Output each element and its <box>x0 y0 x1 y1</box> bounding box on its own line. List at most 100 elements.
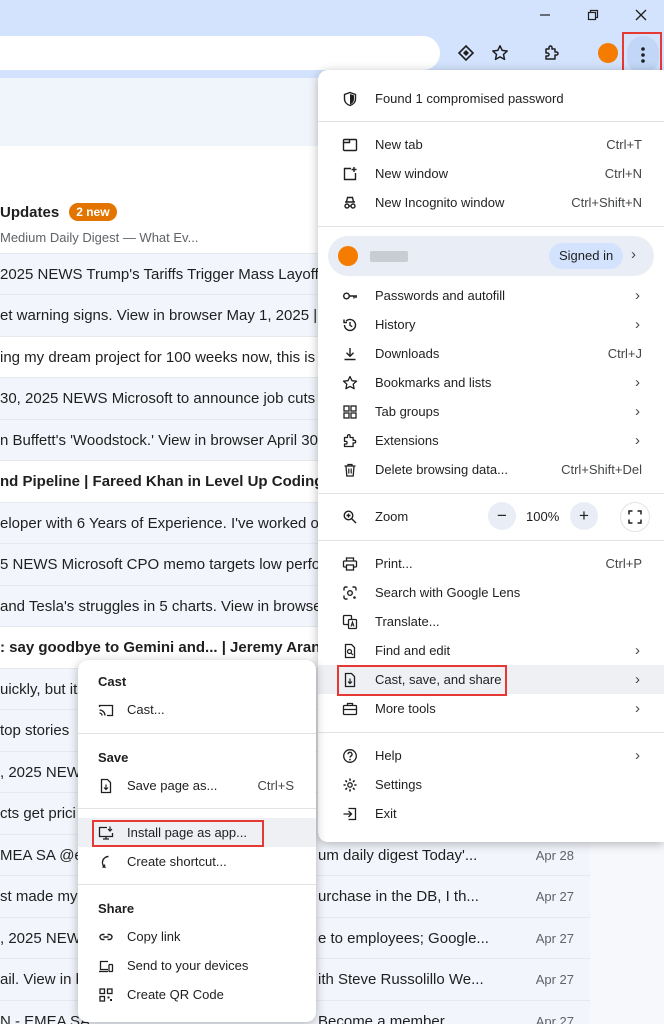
save-page-icon <box>98 778 114 794</box>
bookmarks-label: Bookmarks and lists <box>375 375 492 390</box>
translate-label: Translate... <box>375 614 440 629</box>
print-label: Print... <box>375 556 413 571</box>
copy-link-item[interactable]: Copy link <box>78 922 316 951</box>
updates-snippet: Medium Daily Digest — What Ev... <box>0 230 199 245</box>
help-label: Help <box>375 748 402 763</box>
puzzle-icon <box>342 433 358 449</box>
divider <box>78 733 316 734</box>
email-snippet: and Tesla's struggles in 5 charts. View … <box>0 598 327 615</box>
cast-item[interactable]: Cast... <box>78 695 316 724</box>
google-lens-item[interactable]: Search with Google Lens <box>318 578 664 607</box>
chrome-menu-button[interactable] <box>627 36 659 74</box>
send-to-devices-item[interactable]: Send to your devices <box>78 951 316 980</box>
more-tools-item[interactable]: More tools › <box>318 694 664 723</box>
email-snippet-tail: e to employees; Google... <box>318 930 489 947</box>
passwords-item[interactable]: Passwords and autofill › <box>318 281 664 310</box>
history-item[interactable]: History › <box>318 310 664 339</box>
divider <box>318 121 664 122</box>
create-shortcut-label: Create shortcut... <box>127 854 227 869</box>
cast-label: Cast... <box>127 702 165 717</box>
downloads-shortcut: Ctrl+J <box>607 346 642 361</box>
new-incognito-label: New Incognito window <box>375 195 505 210</box>
download-icon <box>342 346 358 362</box>
print-item[interactable]: Print... Ctrl+P <box>318 549 664 578</box>
downloads-item[interactable]: Downloads Ctrl+J <box>318 339 664 368</box>
new-window-item[interactable]: New window Ctrl+N <box>318 159 664 188</box>
profile-avatar[interactable] <box>598 43 618 63</box>
email-snippet: n Buffett's 'Woodstock.' View in browser… <box>0 432 318 449</box>
printer-icon <box>342 556 358 572</box>
minimize-button[interactable] <box>522 0 568 30</box>
exit-label: Exit <box>375 806 397 821</box>
email-snippet-tail: urchase in the DB, I th... <box>318 888 479 905</box>
zoom-out-button[interactable]: − <box>488 502 516 530</box>
cast-save-share-item[interactable]: Cast, save, and share › <box>318 665 664 694</box>
translate-item[interactable]: Translate... <box>318 607 664 636</box>
settings-item[interactable]: Settings <box>318 770 664 799</box>
email-date: Apr 27 <box>535 1014 574 1024</box>
email-snippet-tail: ith Steve Russolillo We... <box>318 971 484 988</box>
profile-row[interactable]: Signed in › <box>328 236 654 276</box>
email-snippet-tail: Become a member <box>318 1013 445 1024</box>
chevron-right-icon: › <box>635 642 640 659</box>
save-section-header: Save <box>98 750 129 765</box>
email-snippet: cts get prici <box>0 805 76 822</box>
compromised-password-item[interactable]: Found 1 compromised password <box>318 84 664 113</box>
email-snippet: 30, 2025 NEWS Microsoft to announce job … <box>0 390 325 407</box>
extensions-button[interactable] <box>537 38 567 68</box>
gear-icon <box>342 777 358 793</box>
fullscreen-button[interactable] <box>620 502 650 532</box>
zoom-in-button[interactable]: + <box>570 502 598 530</box>
new-window-shortcut: Ctrl+N <box>604 166 642 181</box>
star-icon <box>342 375 358 391</box>
new-tab-item[interactable]: New tab Ctrl+T <box>318 130 664 159</box>
email-date: Apr 27 <box>535 931 574 946</box>
signed-in-badge: Signed in <box>549 243 624 269</box>
chevron-right-icon: › <box>635 374 640 391</box>
chrome-menu: Found 1 compromised password New tab Ctr… <box>318 70 664 842</box>
create-qr-code-label: Create QR Code <box>127 987 224 1002</box>
bookmark-star-button[interactable] <box>485 38 515 68</box>
install-app-label: Install page as app... <box>127 825 247 840</box>
find-edit-item[interactable]: Find and edit › <box>318 636 664 665</box>
divider <box>318 226 664 227</box>
zoom-in-glyph: + <box>579 506 589 525</box>
close-window-button[interactable] <box>618 0 664 30</box>
incognito-icon <box>342 195 358 211</box>
translate-icon <box>342 614 358 630</box>
trash-icon <box>342 462 358 478</box>
tab-groups-label: Tab groups <box>375 404 440 419</box>
exit-item[interactable]: Exit <box>318 799 664 828</box>
extensions-item[interactable]: Extensions › <box>318 426 664 455</box>
save-page-label: Save page as... <box>127 778 218 793</box>
divider <box>318 493 664 494</box>
updates-category[interactable]: Updates 2 new <box>0 203 117 221</box>
bookmarks-item[interactable]: Bookmarks and lists › <box>318 368 664 397</box>
email-snippet: nd Pipeline | Fareed Khan in Level Up Co… <box>0 473 333 490</box>
restore-button[interactable] <box>570 0 616 30</box>
create-shortcut-item[interactable]: Create shortcut... <box>78 847 316 876</box>
zoom-icon <box>342 509 358 525</box>
new-incognito-shortcut: Ctrl+Shift+N <box>571 195 642 210</box>
history-icon <box>342 317 358 333</box>
share-section-header: Share <box>98 901 135 916</box>
puzzle-icon <box>543 44 561 62</box>
install-app-item[interactable]: Install page as app... <box>78 818 316 847</box>
save-page-item[interactable]: Save page as... Ctrl+S <box>78 771 316 800</box>
delete-browsing-data-item[interactable]: Delete browsing data... Ctrl+Shift+Del <box>318 455 664 484</box>
address-bar[interactable] <box>0 36 440 70</box>
extension-diamond-button[interactable] <box>451 38 481 68</box>
create-qr-code-item[interactable]: Create QR Code <box>78 980 316 1009</box>
email-snippet: st made my <box>0 888 78 905</box>
delete-browsing-data-shortcut: Ctrl+Shift+Del <box>561 462 642 477</box>
close-icon <box>635 9 647 21</box>
history-label: History <box>375 317 416 332</box>
extensions-label: Extensions <box>375 433 439 448</box>
new-incognito-item[interactable]: New Incognito window Ctrl+Shift+N <box>318 188 664 217</box>
tab-groups-item[interactable]: Tab groups › <box>318 397 664 426</box>
help-item[interactable]: Help › <box>318 741 664 770</box>
email-snippet: eloper with 6 Years of Experience. I've … <box>0 515 328 532</box>
chevron-right-icon: › <box>635 747 640 764</box>
copy-link-label: Copy link <box>127 929 181 944</box>
key-icon <box>342 288 358 304</box>
